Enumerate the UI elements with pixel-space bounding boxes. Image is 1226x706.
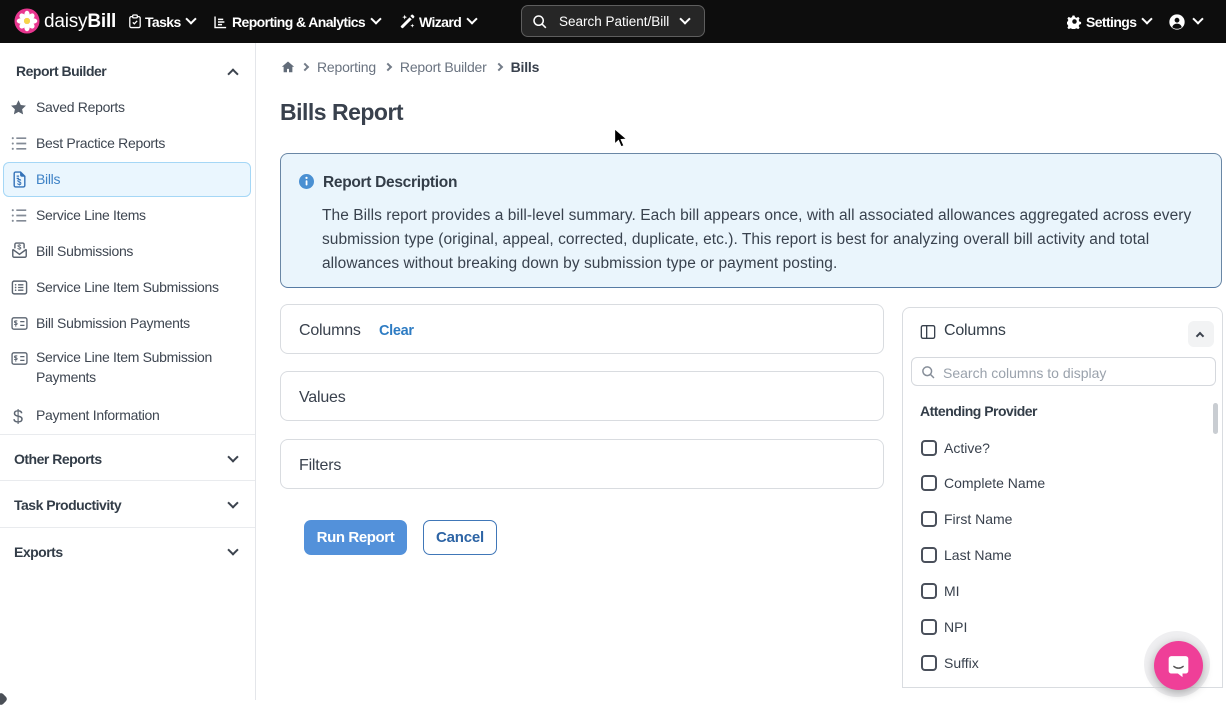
svg-text:$: $: [17, 178, 22, 187]
svg-text:$: $: [17, 242, 22, 251]
